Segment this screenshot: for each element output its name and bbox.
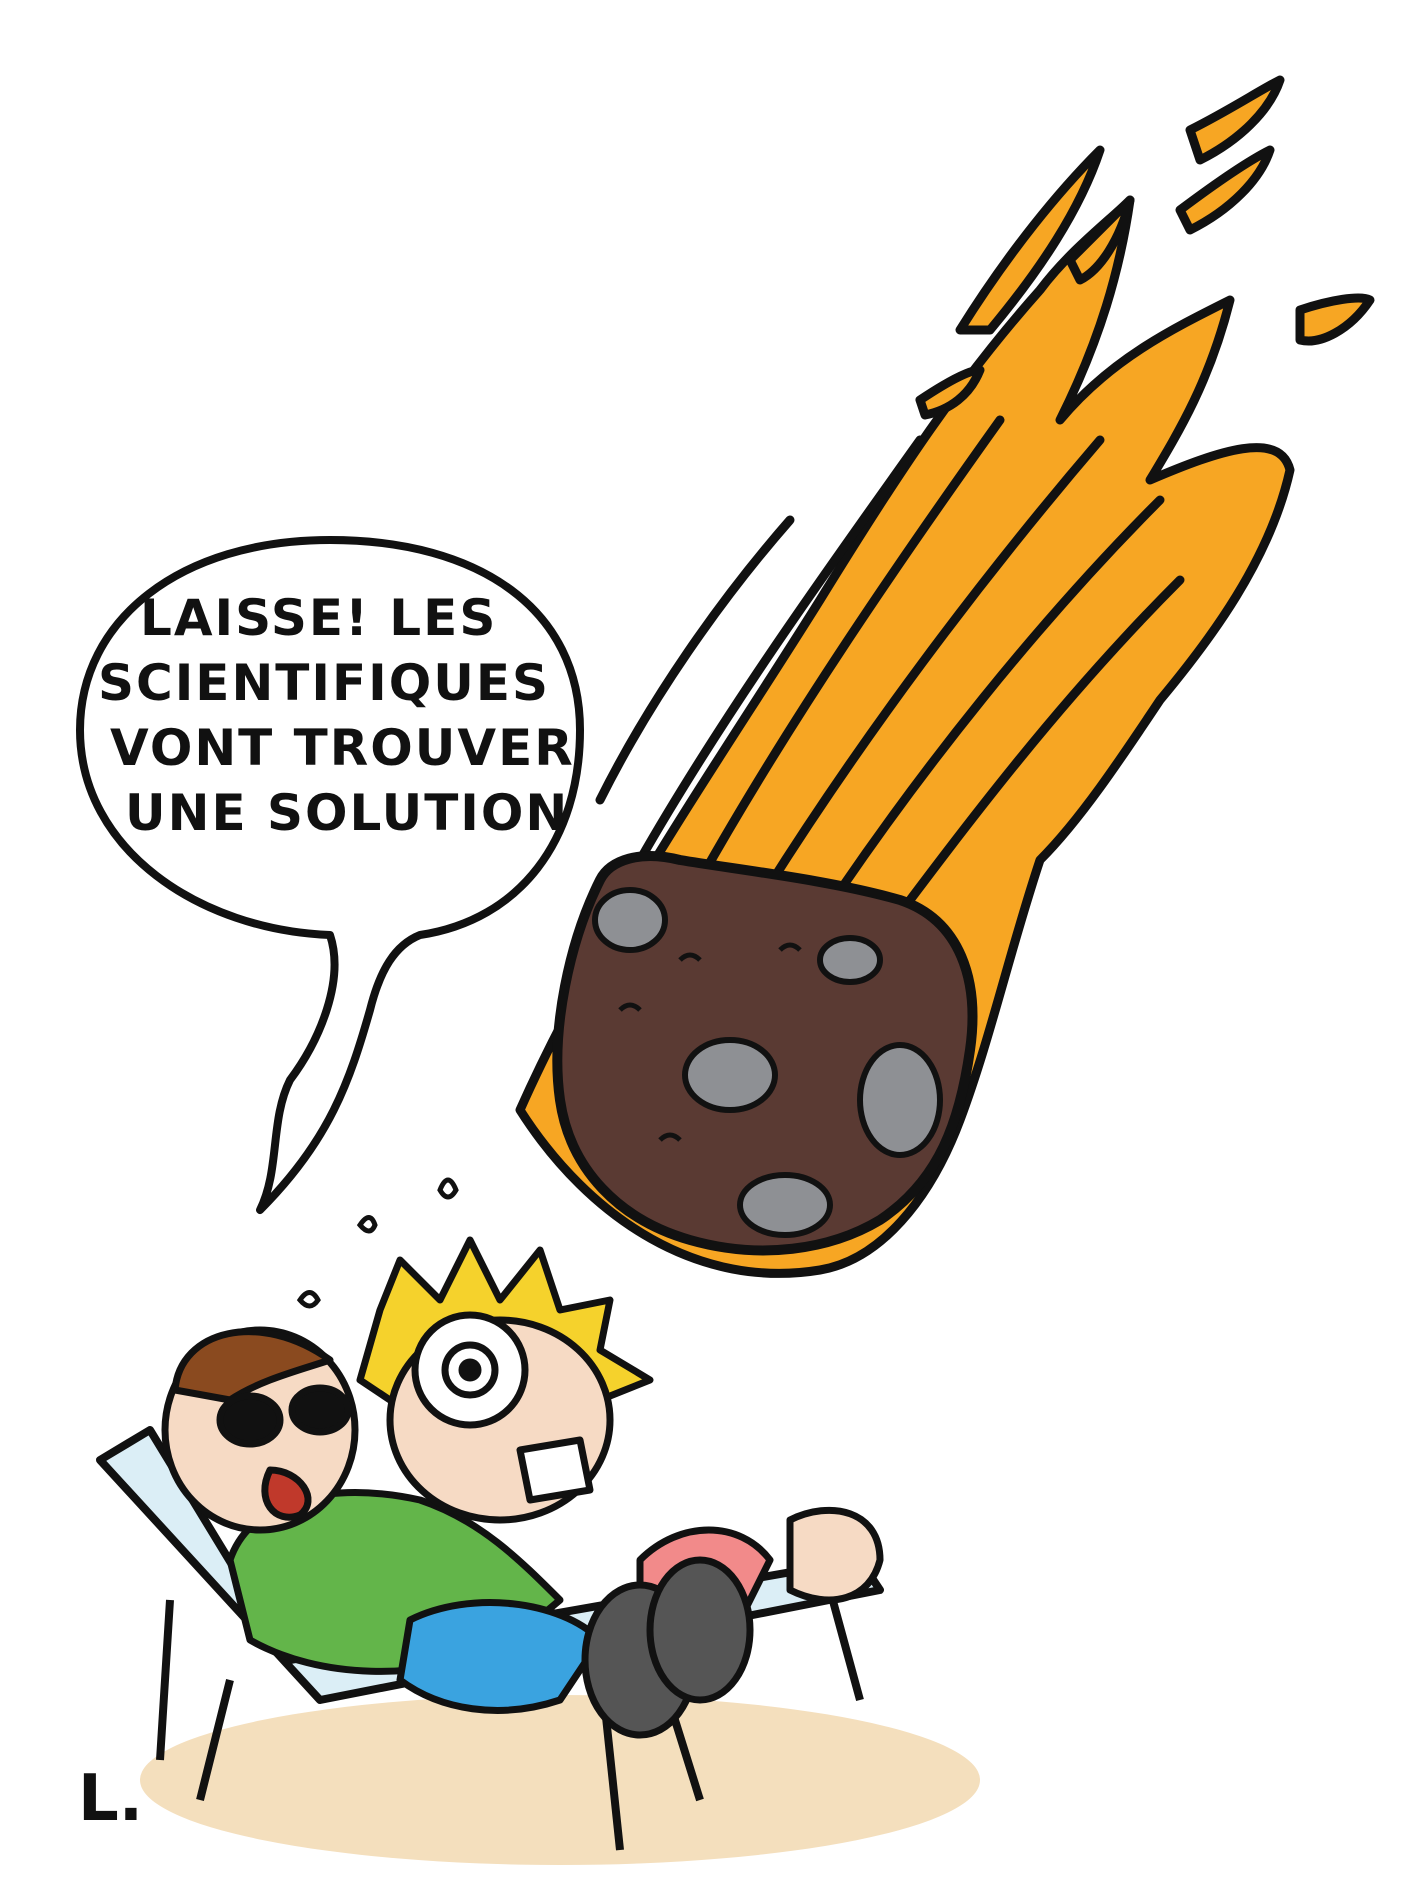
- sand-ground: [140, 1695, 980, 1865]
- speech-line-4: UNE SOLUTION: [125, 784, 569, 842]
- meteor-icon: [552, 851, 978, 1256]
- speech-line-1: LAISSE! LES: [140, 589, 497, 647]
- sweat-drops: [296, 1177, 459, 1309]
- cartoon-illustration: LAISSE! LES SCIENTIFIQUES VONT TROUVER U…: [76, 75, 1375, 1865]
- speech-line-2: SCIENTIFIQUES: [98, 654, 550, 712]
- speech-line-3: VONT TROUVER: [110, 719, 575, 777]
- artist-signature: L.: [78, 1762, 143, 1836]
- speech-bubble: LAISSE! LES SCIENTIFIQUES VONT TROUVER U…: [76, 536, 584, 1214]
